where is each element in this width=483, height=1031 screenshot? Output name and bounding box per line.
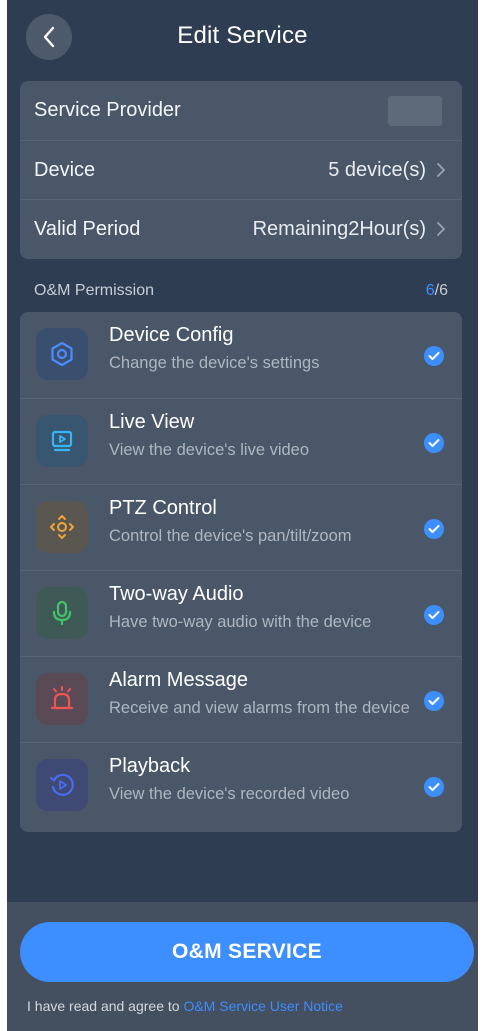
- permission-section-header: O&M Permission 6/6: [34, 280, 448, 302]
- permission-section-label: O&M Permission: [34, 282, 155, 299]
- permission-total-count: /6: [434, 282, 448, 299]
- checkbox-checked-icon[interactable]: [424, 519, 444, 539]
- permission-item-live-view[interactable]: Live View View the device's live video: [20, 398, 462, 484]
- permission-title: Live View: [109, 411, 195, 433]
- valid-period-label: Valid Period: [34, 217, 141, 240]
- device-row[interactable]: Device 5 device(s): [20, 140, 462, 199]
- user-notice-link[interactable]: O&M Service User Notice: [183, 998, 342, 1014]
- checkbox-checked-icon[interactable]: [424, 605, 444, 625]
- permission-count: 6/6: [426, 282, 448, 300]
- agreement-prefix: I have read and agree to: [27, 998, 184, 1014]
- service-provider-label: Service Provider: [34, 99, 181, 121]
- ptz-control-icon: [36, 501, 88, 553]
- permission-item-ptz-control[interactable]: PTZ Control Control the device's pan/til…: [20, 484, 462, 570]
- provider-avatar: [388, 96, 442, 126]
- checkbox-checked-icon[interactable]: [424, 433, 444, 453]
- permission-desc: View the device's live video: [109, 441, 310, 459]
- valid-period-value: Remaining2Hour(s): [252, 217, 426, 240]
- chevron-right-icon: [437, 222, 445, 236]
- om-service-button[interactable]: O&M SERVICE: [20, 922, 474, 982]
- alarm-message-icon: [36, 673, 88, 725]
- permission-title: Alarm Message: [109, 669, 248, 691]
- checkbox-checked-icon[interactable]: [424, 691, 444, 711]
- permission-desc: Control the device's pan/tilt/zoom: [109, 527, 352, 545]
- valid-period-row[interactable]: Valid Period Remaining2Hour(s): [20, 199, 462, 258]
- live-view-icon: [36, 415, 88, 467]
- permission-list: Device Config Change the device's settin…: [20, 312, 462, 832]
- app-screen: Edit Service Service Provider Device 5 d…: [7, 0, 478, 1031]
- permission-item-two-way-audio[interactable]: Two-way Audio Have two-way audio with th…: [20, 570, 462, 656]
- permission-item-alarm-message[interactable]: Alarm Message Receive and view alarms fr…: [20, 656, 462, 742]
- permission-title: Two-way Audio: [109, 583, 244, 605]
- device-label: Device: [34, 158, 96, 181]
- two-way-audio-icon: [36, 587, 88, 639]
- service-info-card: Service Provider Device 5 device(s) Vali…: [20, 81, 462, 259]
- permission-title: Playback: [109, 755, 191, 777]
- permission-desc: Receive and view alarms from the device: [109, 699, 410, 717]
- permission-selected-count: 6: [425, 282, 435, 299]
- agreement-text: I have read and agree to O&M Service Use…: [27, 998, 343, 1014]
- footer: O&M SERVICE I have read and agree to O&M…: [7, 902, 478, 1031]
- playback-icon: [36, 759, 88, 811]
- permission-title: PTZ Control: [109, 497, 217, 519]
- header: Edit Service: [7, 0, 478, 76]
- permission-desc: Change the device's settings: [109, 354, 320, 372]
- chevron-right-icon: [437, 163, 445, 177]
- checkbox-checked-icon[interactable]: [424, 777, 444, 797]
- permission-title: Device Config: [109, 324, 234, 346]
- service-provider-row: Service Provider: [20, 81, 462, 140]
- device-value: 5 device(s): [328, 158, 426, 181]
- permission-desc: Have two-way audio with the device: [109, 613, 372, 631]
- permission-item-device-config[interactable]: Device Config Change the device's settin…: [20, 312, 462, 398]
- permission-desc: View the device's recorded video: [109, 785, 350, 803]
- device-config-icon: [36, 328, 88, 380]
- page-title: Edit Service: [177, 22, 308, 49]
- permission-item-playback[interactable]: Playback View the device's recorded vide…: [20, 742, 462, 828]
- checkbox-checked-icon[interactable]: [424, 346, 444, 366]
